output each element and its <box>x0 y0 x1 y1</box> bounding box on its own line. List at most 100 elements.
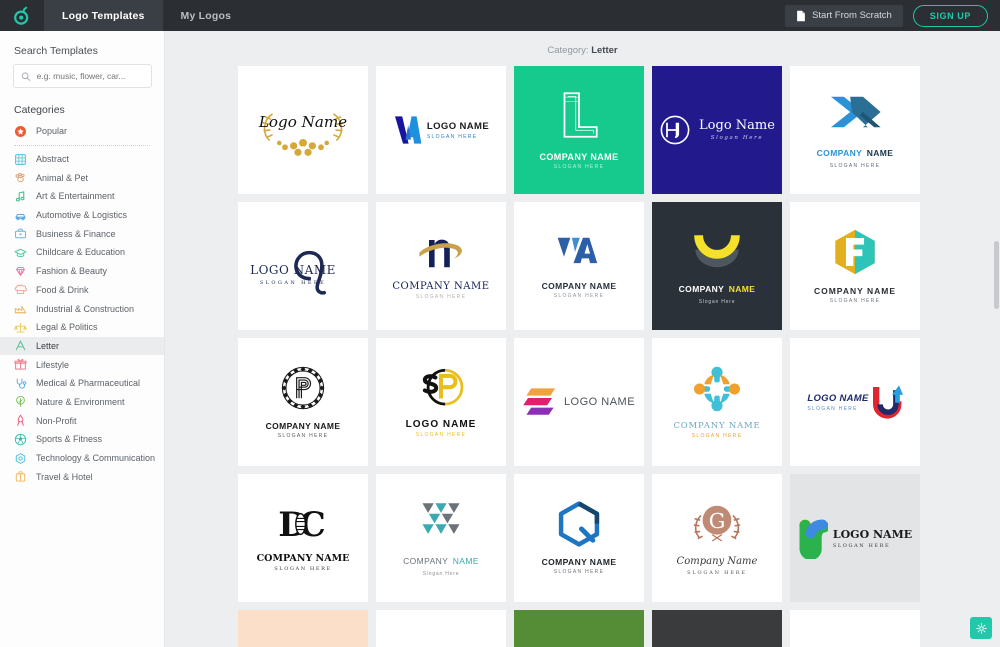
sidebar: Search Templates Categories Popular Abstr… <box>0 31 165 647</box>
tab-my-logos[interactable]: My Logos <box>163 0 250 31</box>
sidebar-item-art-entertainment[interactable]: Art & Entertainment <box>0 187 164 206</box>
sidebar-item-label: Automotive & Logistics <box>36 210 128 221</box>
template-card-logo-sp-circle[interactable]: LOGO NAME SLOGAN HERE <box>376 338 506 466</box>
sidebar-item-nature-environment[interactable]: Nature & Environment <box>0 393 164 412</box>
template-preview: LOGO NAME SLOGAN HERE <box>376 66 506 194</box>
sidebar-item-non-profit[interactable]: Non-Profit <box>0 411 164 430</box>
category-divider <box>14 144 150 146</box>
sidebar-item-label: Travel & Hotel <box>36 471 93 482</box>
template-card-logo-dc-serif[interactable]: D C COMPANY NAME SLOGAN HERE <box>238 474 368 602</box>
template-card-logo-u-yellow-dark[interactable]: COMPANY NAME Slogan Here <box>652 202 782 330</box>
category-list: Popular Abstract Animal & Pet Art & Enterta… <box>0 122 164 486</box>
template-card-logo-partial-dark[interactable] <box>652 610 782 647</box>
search-box[interactable] <box>13 64 152 88</box>
template-preview: COMPANY NAME SLOGAN HERE <box>514 202 644 330</box>
template-card-logo-wreath-script[interactable]: Logo Name <box>238 66 368 194</box>
sidebar-item-sports-fitness[interactable]: Sports & Fitness <box>0 430 164 449</box>
factory-icon <box>14 306 27 314</box>
template-card-logo-l-outline-green[interactable]: COMPANY NAME SLOGAN HERE <box>514 66 644 194</box>
template-preview: LOGO NAME SLOGAN HERE <box>790 474 920 602</box>
sidebar-item-lifestyle[interactable]: Lifestyle <box>0 355 164 374</box>
template-card-logo-f-hexagon[interactable]: COMPANY NAME SLOGAN HERE <box>790 202 920 330</box>
template-card-logo-h-circle-navy[interactable]: Logo Name Slogan Here <box>652 66 782 194</box>
template-card-logo-e-stripes[interactable]: LOGO NAME <box>514 338 644 466</box>
start-from-scratch-label: Start From Scratch <box>812 10 892 21</box>
sidebar-item-business-finance[interactable]: Business & Finance <box>0 224 164 243</box>
sidebar-item-label: Popular <box>36 126 68 137</box>
music-note-icon <box>15 191 25 202</box>
template-card-logo-r-script-serif[interactable]: LOGO NAME SLOGAN HERE <box>238 202 368 330</box>
sidebar-item-animal-pet[interactable]: Animal & Pet <box>0 168 164 187</box>
start-from-scratch-button[interactable]: Start From Scratch <box>785 4 903 27</box>
template-preview <box>376 610 506 647</box>
template-card-logo-partial-white-1[interactable] <box>376 610 506 647</box>
gift-icon <box>14 359 27 370</box>
sidebar-item-food-drink[interactable]: Food & Drink <box>0 281 164 300</box>
template-card-logo-cross-nodes[interactable]: COMPANY NAME SLOGAN HERE <box>652 338 782 466</box>
template-card-logo-n-swoosh[interactable]: COMPANY NAME SLOGAN HERE <box>376 202 506 330</box>
svg-text:G: G <box>709 509 726 533</box>
template-card-logo-p-circle-frame[interactable]: COMPANY NAME SLOGAN HERE <box>238 338 368 466</box>
template-card-logo-va-monogram[interactable]: LOGO NAME SLOGAN HERE <box>376 66 506 194</box>
template-preview: COMPANY NAME Slogan Here <box>652 202 782 330</box>
sidebar-item-travel-hotel[interactable]: Travel & Hotel <box>0 467 164 486</box>
settings-fab-button[interactable] <box>970 617 992 639</box>
tab-logo-templates-label: Logo Templates <box>62 9 145 22</box>
sidebar-item-popular[interactable]: Popular <box>0 122 164 141</box>
sidebar-item-label: Nature & Environment <box>36 396 125 407</box>
template-card-logo-partial-white-2[interactable] <box>790 610 920 647</box>
sidebar-item-label: Animal & Pet <box>36 172 89 183</box>
template-preview: LOGO NAME <box>514 338 644 466</box>
template-card-logo-g-wreath[interactable]: G Company Name SLOGAN HERE <box>652 474 782 602</box>
template-card-logo-partial-peach[interactable] <box>238 610 368 647</box>
sign-up-button[interactable]: SIGN UP <box>912 4 988 27</box>
sidebar-item-medical-pharmaceutical[interactable]: Medical & Pharmaceutical <box>0 374 164 393</box>
sidebar-item-fashion-beauty[interactable]: Fashion & Beauty <box>0 262 164 281</box>
template-card-logo-partial-green[interactable] <box>514 610 644 647</box>
file-icon <box>797 10 805 21</box>
template-card-logo-r-colorful[interactable]: LOGO NAME SLOGAN HERE <box>790 474 920 602</box>
search-input[interactable] <box>36 71 144 81</box>
template-preview: COMPANY NAME SLOGAN HERE <box>652 338 782 466</box>
template-preview: COMPANY NAME SLOGAN HERE <box>514 66 644 194</box>
sidebar-item-automotive-logistics[interactable]: Automotive & Logistics <box>0 206 164 225</box>
ribbon-icon <box>17 414 24 427</box>
diamond-icon <box>16 266 25 276</box>
template-preview <box>514 610 644 647</box>
template-card-logo-q-hexagon[interactable]: COMPANY NAME SLOGAN HERE <box>514 474 644 602</box>
sidebar-item-label: Food & Drink <box>36 284 89 295</box>
template-card-logo-z-triangles[interactable]: COMPANY NAME Slogan Here <box>376 474 506 602</box>
vertical-scrollbar-thumb[interactable] <box>994 241 999 309</box>
sidebar-item-label: Fashion & Beauty <box>36 266 108 277</box>
stethoscope-icon <box>16 378 27 389</box>
gear-icon <box>975 622 987 634</box>
template-card-logo-va-blue-wedge[interactable]: COMPANY NAME SLOGAN HERE <box>514 202 644 330</box>
sidebar-item-label: Technology & Communication <box>36 453 156 464</box>
tab-logo-templates[interactable]: Logo Templates <box>44 0 163 31</box>
sidebar-item-childcare-education[interactable]: Childcare & Education <box>0 243 164 262</box>
vertical-scrollbar-track[interactable] <box>992 31 1000 647</box>
template-preview: COMPANY NAME SLOGAN HERE <box>514 474 644 602</box>
sidebar-item-legal-politics[interactable]: Legal & Politics <box>0 318 164 337</box>
template-preview: G Company Name SLOGAN HERE <box>652 474 782 602</box>
sidebar-item-technology-communication[interactable]: Technology & Communication <box>0 449 164 468</box>
sidebar-item-label: Abstract <box>36 154 70 165</box>
sidebar-item-label: Sports & Fitness <box>36 434 103 445</box>
logo-artwork: LOGO NAME SLOGAN HERE <box>798 517 912 559</box>
svg-text:Logo Name: Logo Name <box>258 113 347 131</box>
tab-my-logos-label: My Logos <box>180 9 232 22</box>
brand-logo[interactable] <box>0 0 44 31</box>
category-name-label: Letter <box>591 45 618 56</box>
template-preview: Logo Name Slogan Here <box>652 66 782 194</box>
sidebar-item-label: Industrial & Construction <box>36 303 135 314</box>
app-header: Logo Templates My Logos Start From Scrat… <box>0 0 1000 31</box>
logo-artwork: Logo Name <box>258 113 347 156</box>
sidebar-item-abstract[interactable]: Abstract <box>0 150 164 169</box>
template-card-logo-r-chevron[interactable]: COMPANY NAME SLOGAN HERE <box>790 66 920 194</box>
sidebar-item-letter[interactable]: Letter <box>0 336 164 356</box>
category-breadcrumb: Category: Letter <box>165 31 1000 66</box>
sidebar-item-industrial-construction[interactable]: Industrial & Construction <box>0 299 164 318</box>
template-preview: COMPANY NAME SLOGAN HERE <box>376 202 506 330</box>
star-badge-icon <box>14 125 27 137</box>
template-card-logo-u-arrow[interactable]: LOGO NAME SLOGAN HERE <box>790 338 920 466</box>
